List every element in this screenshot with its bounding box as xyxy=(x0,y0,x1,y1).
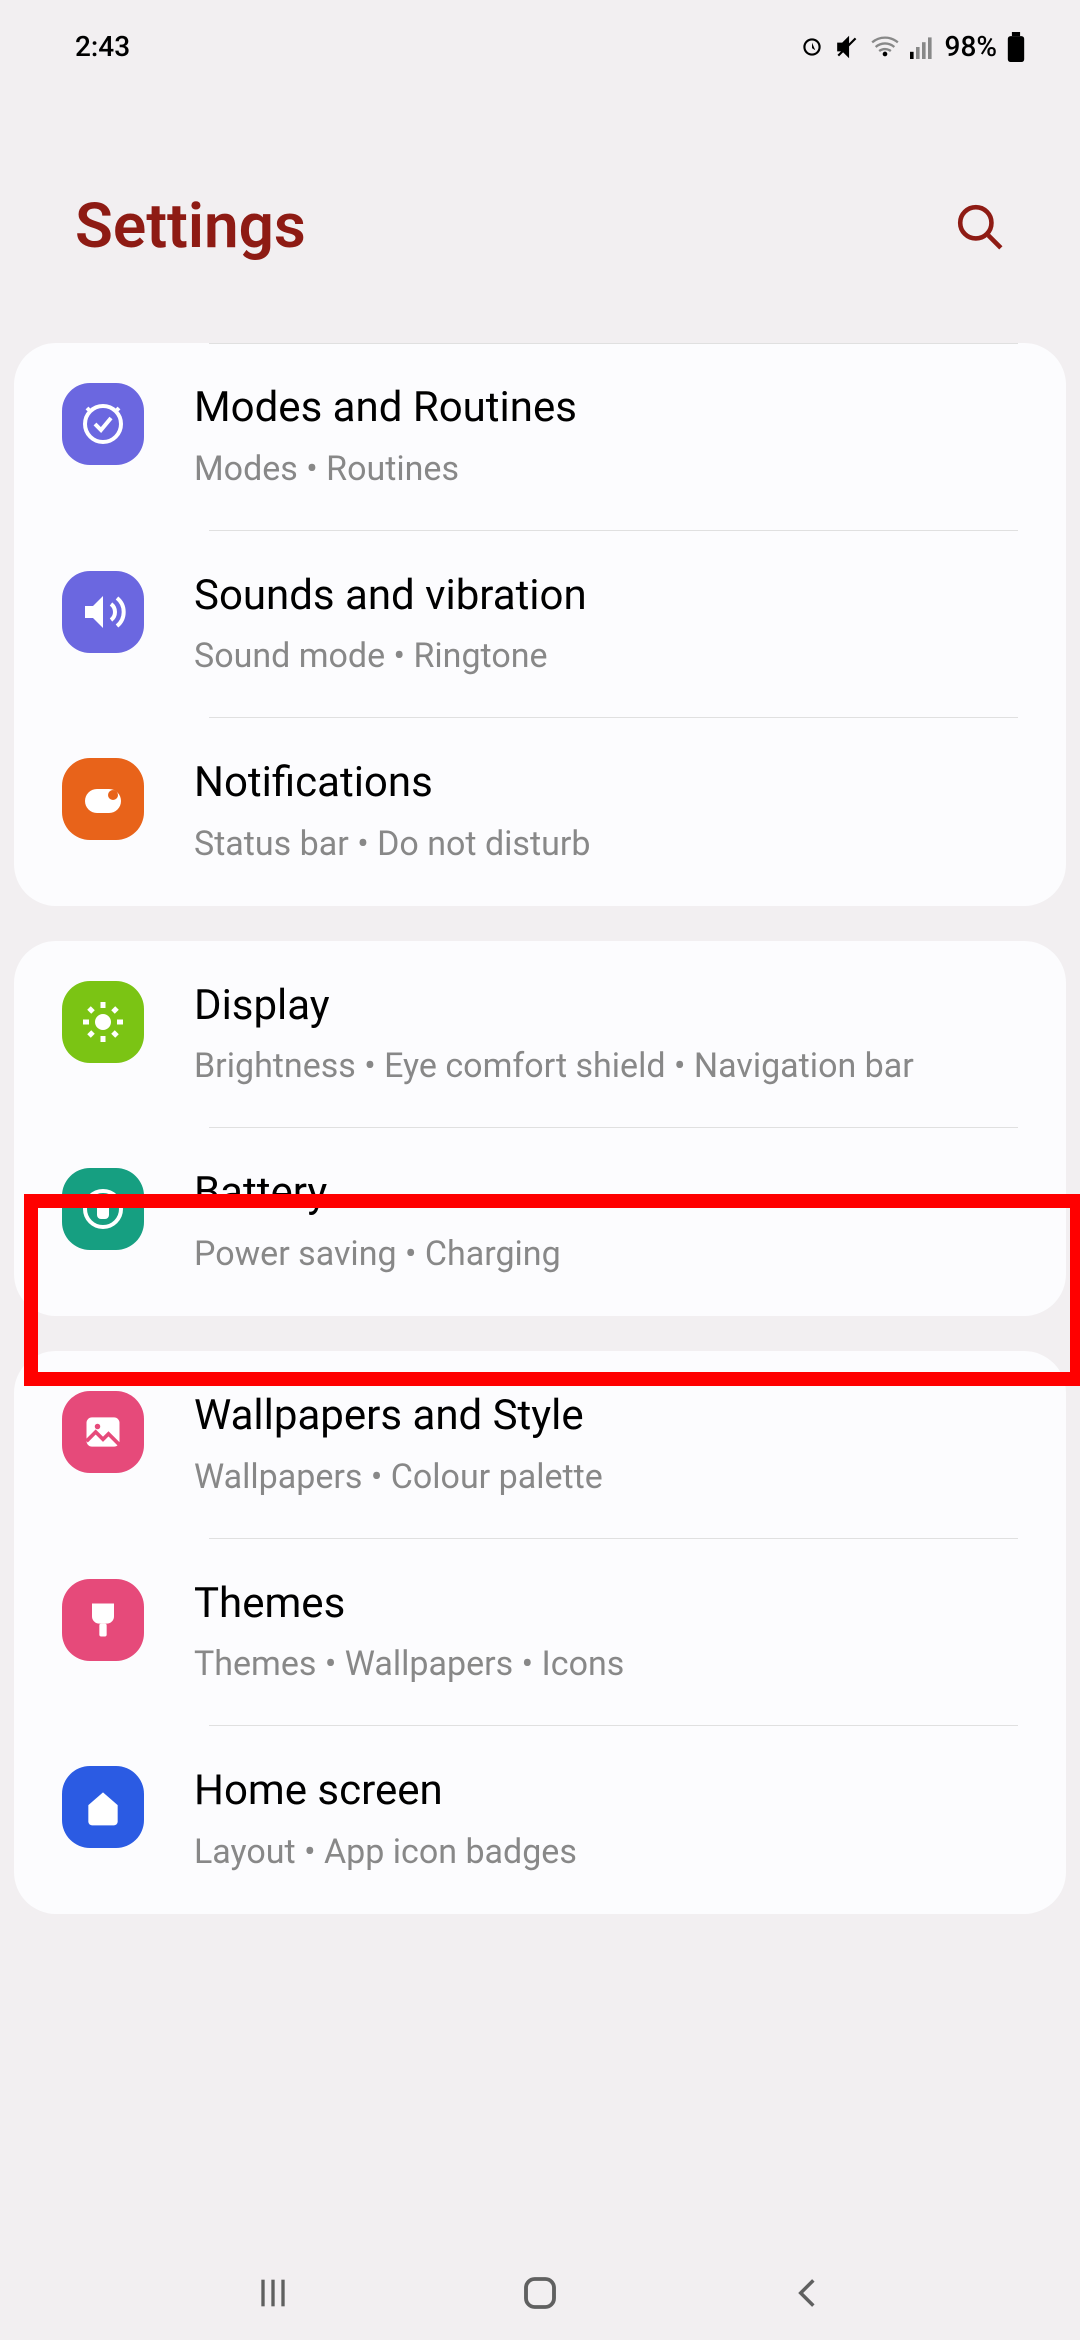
item-wallpapers-style[interactable]: Wallpapers and Style Wallpapers • Colour… xyxy=(14,1351,1066,1539)
item-display[interactable]: Display Brightness • Eye comfort shield … xyxy=(14,941,1066,1129)
item-notifications[interactable]: Notifications Status bar • Do not distur… xyxy=(14,718,1066,906)
item-title: Display xyxy=(194,979,1018,1034)
item-sounds-vibration[interactable]: Sounds and vibration Sound mode • Ringto… xyxy=(14,531,1066,719)
back-button[interactable] xyxy=(777,2263,837,2323)
item-battery[interactable]: Battery Power saving • Charging xyxy=(14,1128,1066,1316)
item-home-screen[interactable]: Home screen Layout • App icon badges xyxy=(14,1726,1066,1914)
item-title: Sounds and vibration xyxy=(194,569,1018,624)
item-text: Modes and Routines Modes • Routines xyxy=(194,379,1018,495)
item-modes-routines[interactable]: Modes and Routines Modes • Routines xyxy=(14,343,1066,531)
settings-group-1: Modes and Routines Modes • Routines Soun… xyxy=(14,343,1066,906)
search-button[interactable] xyxy=(955,202,1005,252)
brush-icon xyxy=(62,1579,144,1661)
item-subtitle: Status bar • Do not disturb xyxy=(194,819,1018,870)
wifi-icon xyxy=(871,35,899,59)
notification-icon xyxy=(62,758,144,840)
brightness-icon xyxy=(62,981,144,1063)
item-title: Themes xyxy=(194,1577,1018,1632)
page-title: Settings xyxy=(75,190,306,263)
back-icon xyxy=(788,2274,826,2312)
settings-group-3: Wallpapers and Style Wallpapers • Colour… xyxy=(14,1351,1066,1914)
home-nav-icon xyxy=(519,2272,561,2314)
search-icon xyxy=(955,201,1005,253)
modes-icon xyxy=(62,383,144,465)
item-text: Battery Power saving • Charging xyxy=(194,1164,1018,1280)
battery-circle-icon xyxy=(62,1168,144,1250)
item-subtitle: Modes • Routines xyxy=(194,444,1018,495)
item-subtitle: Themes • Wallpapers • Icons xyxy=(194,1639,1018,1690)
image-icon xyxy=(62,1391,144,1473)
speaker-icon xyxy=(62,571,144,653)
item-title: Wallpapers and Style xyxy=(194,1389,1018,1444)
home-icon xyxy=(62,1766,144,1848)
item-title: Notifications xyxy=(194,756,1018,811)
signal-icon xyxy=(909,35,935,59)
status-time: 2:43 xyxy=(75,30,130,63)
item-text: Home screen Layout • App icon badges xyxy=(194,1762,1018,1878)
mute-icon xyxy=(835,34,861,60)
item-title: Battery xyxy=(194,1166,1018,1221)
item-text: Wallpapers and Style Wallpapers • Colour… xyxy=(194,1387,1018,1503)
item-title: Modes and Routines xyxy=(194,381,1018,436)
alarm-icon xyxy=(799,34,825,60)
item-subtitle: Wallpapers • Colour palette xyxy=(194,1452,1018,1503)
item-text: Display Brightness • Eye comfort shield … xyxy=(194,977,1018,1093)
item-subtitle: Layout • App icon badges xyxy=(194,1827,1018,1878)
item-text: Themes Themes • Wallpapers • Icons xyxy=(194,1575,1018,1691)
item-text: Notifications Status bar • Do not distur… xyxy=(194,754,1018,870)
item-subtitle: Brightness • Eye comfort shield • Naviga… xyxy=(194,1041,1018,1092)
item-text: Sounds and vibration Sound mode • Ringto… xyxy=(194,567,1018,683)
page-header: Settings xyxy=(0,75,1080,343)
item-title: Home screen xyxy=(194,1764,1018,1819)
recents-icon xyxy=(253,2273,293,2313)
status-bar: 2:43 98% xyxy=(0,0,1080,75)
battery-pct: 98% xyxy=(945,30,997,63)
battery-icon xyxy=(1007,32,1025,62)
navigation-bar xyxy=(0,2245,1080,2340)
item-subtitle: Sound mode • Ringtone xyxy=(194,631,1018,682)
item-subtitle: Power saving • Charging xyxy=(194,1229,1018,1280)
home-button[interactable] xyxy=(510,2263,570,2323)
settings-group-2: Display Brightness • Eye comfort shield … xyxy=(14,941,1066,1316)
recents-button[interactable] xyxy=(243,2263,303,2323)
status-icons: 98% xyxy=(799,30,1025,63)
item-themes[interactable]: Themes Themes • Wallpapers • Icons xyxy=(14,1539,1066,1727)
